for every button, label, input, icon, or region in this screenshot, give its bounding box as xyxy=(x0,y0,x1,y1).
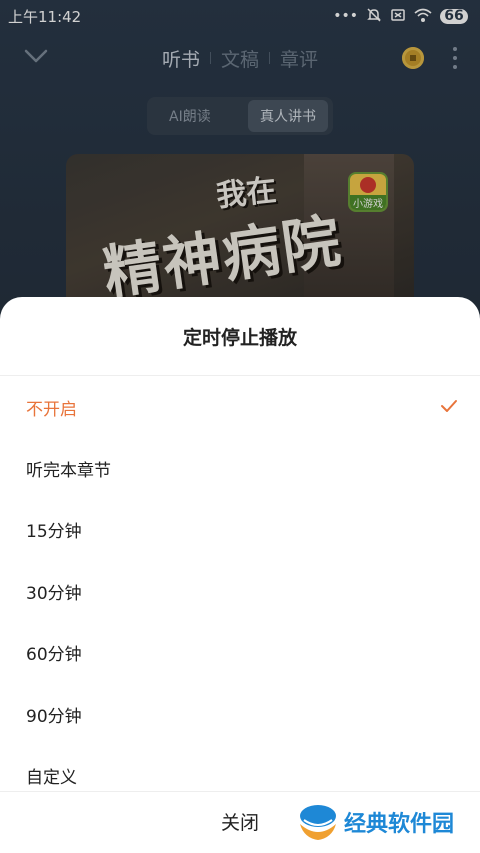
close-button[interactable]: 关闭 xyxy=(200,803,280,839)
option-label: 60分钟 xyxy=(26,644,82,665)
sleep-timer-sheet: 定时停止播放 不开启 听完本章节 15分钟 30分钟 60分钟 90分钟 自定义… xyxy=(0,297,480,853)
timer-option-60-min[interactable]: 60分钟 xyxy=(0,622,480,682)
option-label: 30分钟 xyxy=(26,583,82,604)
watermark-text: 经典软件园 xyxy=(344,812,455,837)
timer-option-90-min[interactable]: 90分钟 xyxy=(0,684,480,744)
sheet-title: 定时停止播放 xyxy=(182,327,297,349)
timer-option-15-min[interactable]: 15分钟 xyxy=(0,499,480,559)
timer-option-off[interactable]: 不开启 xyxy=(0,377,480,437)
sheet-footer: 关闭 经典软件园 xyxy=(0,791,480,853)
timer-option-30-min[interactable]: 30分钟 xyxy=(0,561,480,621)
option-label: 15分钟 xyxy=(26,521,82,542)
option-label: 自定义 xyxy=(26,767,77,788)
option-label: 90分钟 xyxy=(26,706,82,727)
option-label: 听完本章节 xyxy=(26,460,111,481)
check-icon xyxy=(441,400,457,412)
option-label: 不开启 xyxy=(26,399,77,420)
watermark: 经典软件园 xyxy=(296,799,476,845)
timer-option-end-of-chapter[interactable]: 听完本章节 xyxy=(0,438,480,498)
sheet-divider xyxy=(0,375,480,376)
watermark-logo-icon xyxy=(300,805,336,840)
